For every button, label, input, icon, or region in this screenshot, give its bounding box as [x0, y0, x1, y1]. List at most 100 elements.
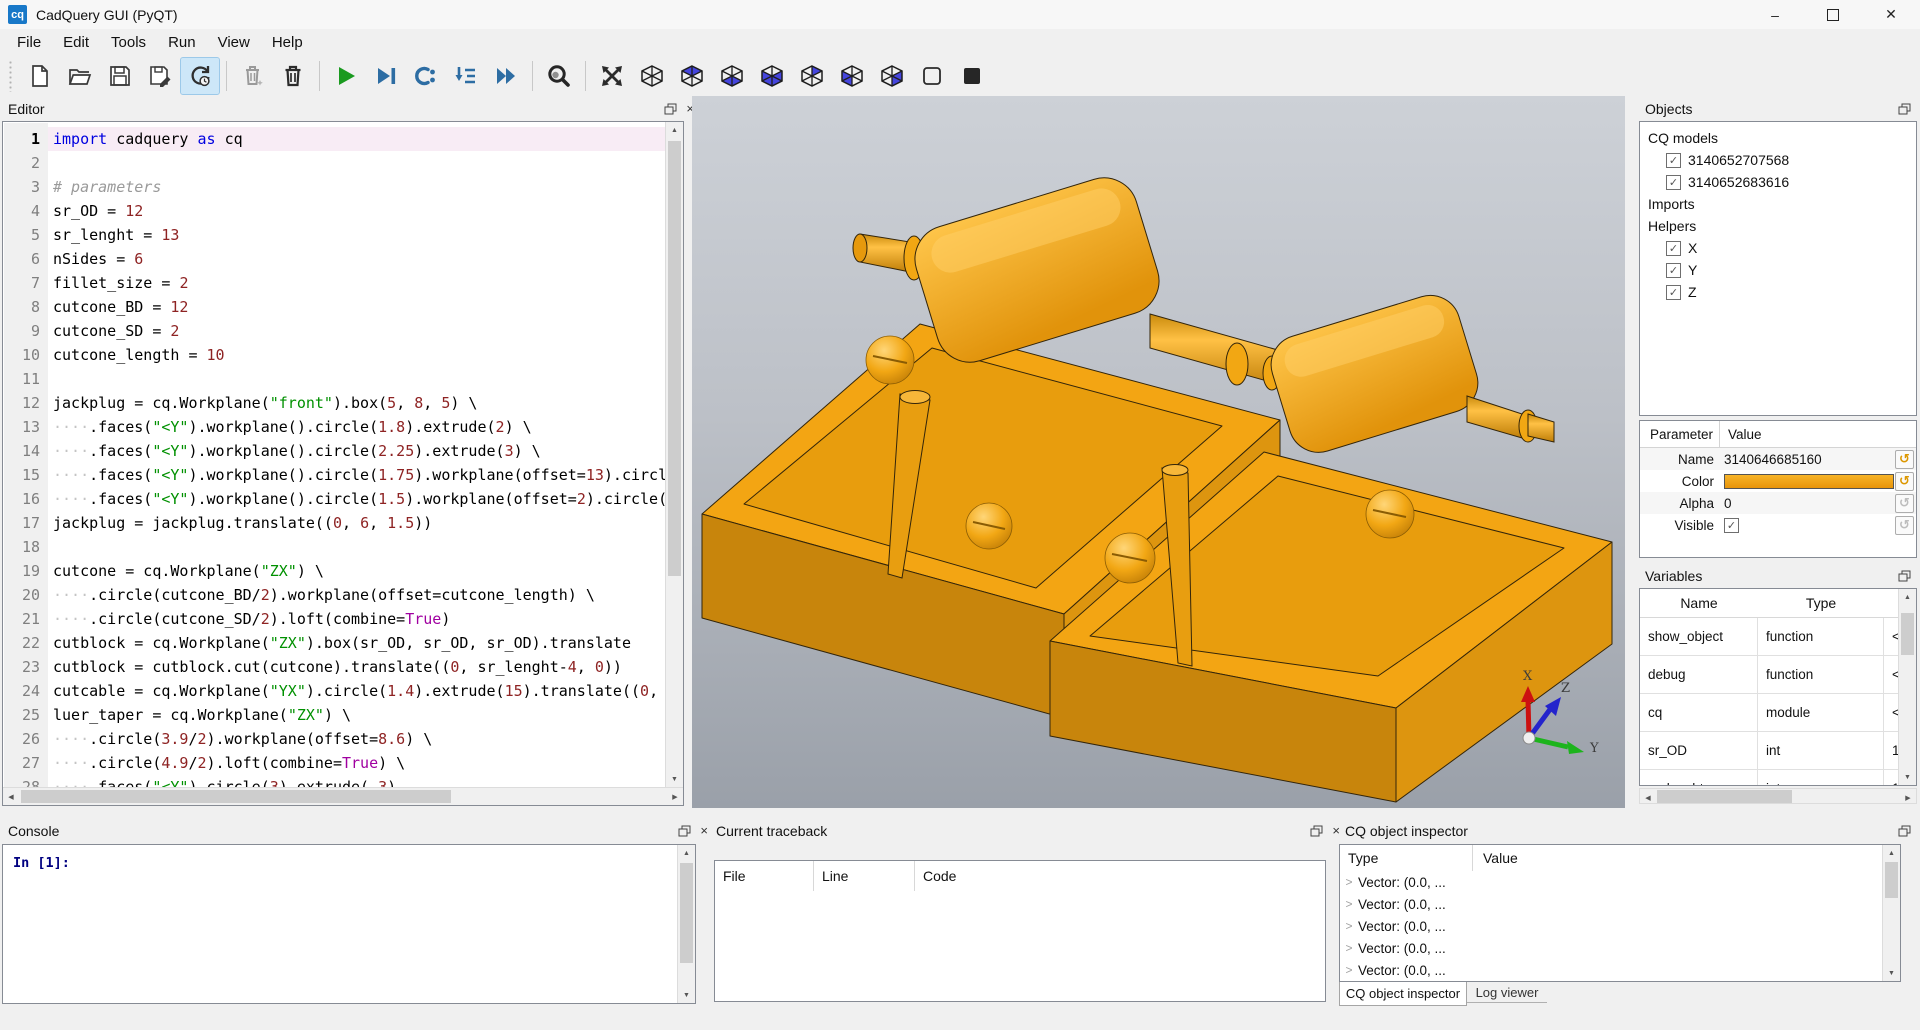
- inspector-row[interactable]: >Vector: (0.0, ...: [1340, 893, 1900, 915]
- inspector-vscrollbar[interactable]: ▲ ▼: [1882, 845, 1900, 981]
- delete-objects-button[interactable]: [274, 58, 312, 94]
- code-line-4[interactable]: sr_OD = 12: [48, 199, 666, 223]
- variable-row-sr_OD[interactable]: sr_ODint12: [1640, 732, 1916, 770]
- checkbox[interactable]: ✓: [1666, 153, 1681, 168]
- fit-view-button[interactable]: [593, 58, 631, 94]
- debug-button[interactable]: [367, 58, 405, 94]
- scroll-up-icon[interactable]: ▲: [678, 845, 695, 861]
- code-line-21[interactable]: ····.circle(cutcone_SD/2).loft(combine=T…: [48, 607, 666, 631]
- close-button[interactable]: ✕: [1862, 0, 1920, 29]
- code-line-14[interactable]: ····.faces("<Y").workplane().circle(2.25…: [48, 439, 666, 463]
- scrollbar-thumb[interactable]: [680, 863, 693, 963]
- view-bottom-button[interactable]: [713, 58, 751, 94]
- view-front-button[interactable]: [753, 58, 791, 94]
- tab-cq-object-inspector[interactable]: CQ object inspector: [1339, 982, 1467, 1006]
- editor-vscrollbar[interactable]: ▲ ▼: [665, 122, 683, 787]
- menu-run[interactable]: Run: [157, 34, 207, 51]
- code-line-11[interactable]: [48, 367, 666, 391]
- code-line-23[interactable]: cutblock = cutblock.cut(cutcone).transla…: [48, 655, 666, 679]
- code-line-16[interactable]: ····.faces("<Y").workplane().circle(1.5)…: [48, 487, 666, 511]
- clear-objects-button[interactable]: [234, 58, 272, 94]
- continue-button[interactable]: [487, 58, 525, 94]
- scrollbar-thumb[interactable]: [1885, 862, 1898, 898]
- checkbox[interactable]: ✓: [1666, 263, 1681, 278]
- console-prompt[interactable]: In [1]:: [13, 855, 70, 871]
- code-line-9[interactable]: cutcone_SD = 2: [48, 319, 666, 343]
- property-value[interactable]: ✓: [1724, 518, 1916, 533]
- code-line-27[interactable]: ····.circle(4.9/2).loft(combine=True) \: [48, 751, 666, 775]
- undo-icon[interactable]: ↺: [1895, 450, 1914, 469]
- scrollbar-thumb[interactable]: [21, 790, 451, 803]
- code-line-3[interactable]: # parameters: [48, 175, 666, 199]
- view-iso-button[interactable]: [633, 58, 671, 94]
- minimize-button[interactable]: –: [1746, 0, 1804, 29]
- float-panel-icon[interactable]: [1898, 570, 1911, 582]
- checkbox[interactable]: ✓: [1666, 175, 1681, 190]
- expand-chevron-icon[interactable]: >: [1340, 963, 1358, 977]
- expand-chevron-icon[interactable]: >: [1340, 941, 1358, 955]
- tree-leaf-z[interactable]: ✓Z: [1640, 281, 1916, 303]
- editor-hscrollbar[interactable]: ◀ ▶: [3, 787, 683, 805]
- scroll-down-icon[interactable]: ▼: [678, 987, 695, 1003]
- expand-chevron-icon[interactable]: >: [1340, 897, 1358, 911]
- scroll-down-icon[interactable]: ▼: [1899, 769, 1916, 785]
- inspector-row[interactable]: >Vector: (0.0, ...: [1340, 937, 1900, 959]
- view-back-button[interactable]: [793, 58, 831, 94]
- scroll-up-icon[interactable]: ▲: [1883, 845, 1900, 861]
- inspector-row[interactable]: >Vector: (0.0, ...: [1340, 871, 1900, 893]
- code-line-18[interactable]: [48, 535, 666, 559]
- screenshot-button[interactable]: [540, 58, 578, 94]
- scroll-right-icon[interactable]: ▶: [667, 788, 683, 805]
- wireframe-toggle-button[interactable]: [913, 58, 951, 94]
- maximize-button[interactable]: [1804, 0, 1862, 29]
- view-left-button[interactable]: [833, 58, 871, 94]
- float-panel-icon[interactable]: [1898, 103, 1911, 115]
- scroll-left-icon[interactable]: ◀: [3, 788, 19, 805]
- scroll-up-icon[interactable]: ▲: [1899, 589, 1916, 605]
- menu-help[interactable]: Help: [261, 34, 314, 51]
- scrollbar-thumb[interactable]: [1657, 790, 1792, 803]
- color-swatch[interactable]: [1724, 474, 1894, 489]
- property-value[interactable]: 3140646685160: [1724, 452, 1916, 467]
- code-line-2[interactable]: [48, 151, 666, 175]
- tree-node-cq-models[interactable]: CQ models: [1640, 127, 1916, 149]
- variable-row-show_object[interactable]: show_objectfunction<f: [1640, 618, 1916, 656]
- view-right-button[interactable]: [873, 58, 911, 94]
- code-line-20[interactable]: ····.circle(cutcone_BD/2).workplane(offs…: [48, 583, 666, 607]
- visible-checkbox[interactable]: ✓: [1724, 518, 1739, 533]
- code-line-13[interactable]: ····.faces("<Y").workplane().circle(1.8)…: [48, 415, 666, 439]
- code-line-24[interactable]: cutcable = cq.Workplane("YX").circle(1.4…: [48, 679, 666, 703]
- menu-file[interactable]: File: [6, 34, 52, 51]
- scroll-left-icon[interactable]: ◀: [1640, 789, 1656, 806]
- variables-vscrollbar[interactable]: ▲ ▼: [1898, 589, 1916, 785]
- view-top-button[interactable]: [673, 58, 711, 94]
- float-panel-icon[interactable]: [1310, 825, 1323, 837]
- code-line-1[interactable]: import cadquery as cq: [48, 127, 666, 151]
- property-value[interactable]: 0: [1724, 496, 1916, 511]
- code-line-12[interactable]: jackplug = cq.Workplane("front").box(5, …: [48, 391, 666, 415]
- tree-leaf-3140652683616[interactable]: ✓3140652683616: [1640, 171, 1916, 193]
- tab-log-viewer[interactable]: Log viewer: [1467, 982, 1547, 1003]
- code-line-15[interactable]: ····.faces("<Y").workplane().circle(1.75…: [48, 463, 666, 487]
- scrollbar-thumb[interactable]: [1901, 613, 1914, 655]
- step-in-button[interactable]: [447, 58, 485, 94]
- float-panel-icon[interactable]: [678, 825, 691, 837]
- code-line-10[interactable]: cutcone_length = 10: [48, 343, 666, 367]
- scrollbar-thumb[interactable]: [668, 141, 681, 576]
- shaded-toggle-button[interactable]: [953, 58, 991, 94]
- step-button[interactable]: [407, 58, 445, 94]
- scroll-up-icon[interactable]: ▲: [666, 122, 683, 138]
- code-line-17[interactable]: jackplug = jackplug.translate((0, 6, 1.5…: [48, 511, 666, 535]
- variable-row-cq[interactable]: cqmodule<m: [1640, 694, 1916, 732]
- scroll-down-icon[interactable]: ▼: [666, 771, 683, 787]
- code-line-7[interactable]: fillet_size = 2: [48, 271, 666, 295]
- expand-chevron-icon[interactable]: >: [1340, 875, 1358, 889]
- render-button[interactable]: [327, 58, 365, 94]
- scroll-right-icon[interactable]: ▶: [1900, 789, 1916, 806]
- code-line-25[interactable]: luer_taper = cq.Workplane("ZX") \: [48, 703, 666, 727]
- float-panel-icon[interactable]: [1898, 825, 1911, 837]
- scroll-down-icon[interactable]: ▼: [1883, 965, 1900, 981]
- undo-icon[interactable]: ↺: [1895, 472, 1914, 491]
- float-panel-icon[interactable]: [664, 103, 677, 115]
- save-script-button[interactable]: [101, 58, 139, 94]
